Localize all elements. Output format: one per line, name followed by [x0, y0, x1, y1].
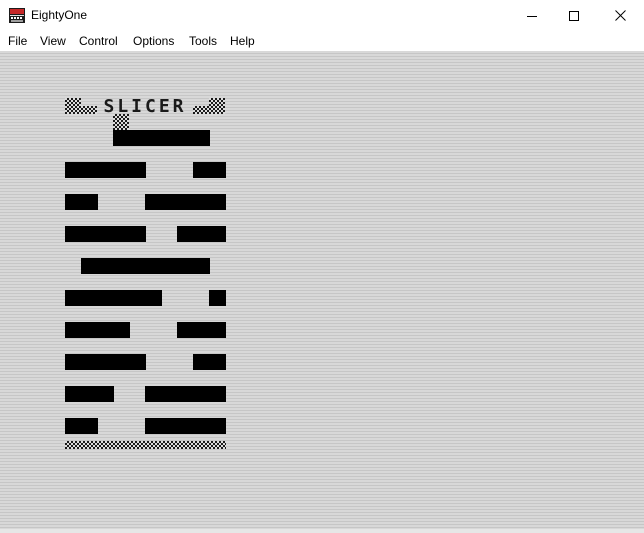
emulator-screen[interactable]: SLICER: [0, 51, 644, 533]
checker-block: [193, 106, 209, 114]
title-bar[interactable]: EightyOne: [0, 0, 644, 31]
player-slicer: [113, 114, 129, 130]
wall-segment: [65, 226, 146, 242]
menu-file[interactable]: File: [8, 34, 27, 49]
status-bar: [0, 529, 644, 533]
wall-segment: [145, 418, 226, 434]
wall-segment: [65, 194, 98, 210]
minimize-button[interactable]: [509, 0, 555, 31]
close-icon: [614, 10, 626, 21]
checker-block: [81, 106, 97, 114]
menu-bar: File View Control Options Tools Help: [0, 31, 644, 51]
checker-block: [65, 98, 81, 114]
minimize-icon: [527, 15, 537, 17]
maximize-button[interactable]: [551, 0, 597, 31]
menu-help[interactable]: Help: [230, 34, 255, 49]
wall-segment: [209, 290, 226, 306]
wall-segment: [65, 162, 146, 178]
wall-segment: [65, 290, 162, 306]
wall-segment: [113, 130, 210, 146]
wall-segment: [177, 322, 226, 338]
wall-segment: [177, 226, 226, 242]
wall-segment: [193, 162, 226, 178]
menu-tools[interactable]: Tools: [189, 34, 217, 49]
wall-segment: [193, 354, 226, 370]
window-title: EightyOne: [31, 8, 88, 22]
eightyone-app-icon: [9, 8, 25, 23]
wall-segment: [65, 322, 130, 338]
close-button[interactable]: [597, 0, 643, 31]
checker-block: [209, 98, 225, 114]
menu-control[interactable]: Control: [79, 34, 118, 49]
wall-segment: [65, 418, 98, 434]
wall-segment: [145, 386, 226, 402]
wall-segment: [145, 194, 226, 210]
game-title: SLICER: [103, 96, 187, 117]
wall-segment: [65, 386, 114, 402]
wall-segment: [65, 354, 146, 370]
wall-segment: [81, 258, 210, 274]
maximize-icon: [569, 10, 579, 21]
menu-view[interactable]: View: [40, 34, 66, 49]
floor-border: [65, 441, 226, 449]
menu-options[interactable]: Options: [133, 34, 174, 49]
